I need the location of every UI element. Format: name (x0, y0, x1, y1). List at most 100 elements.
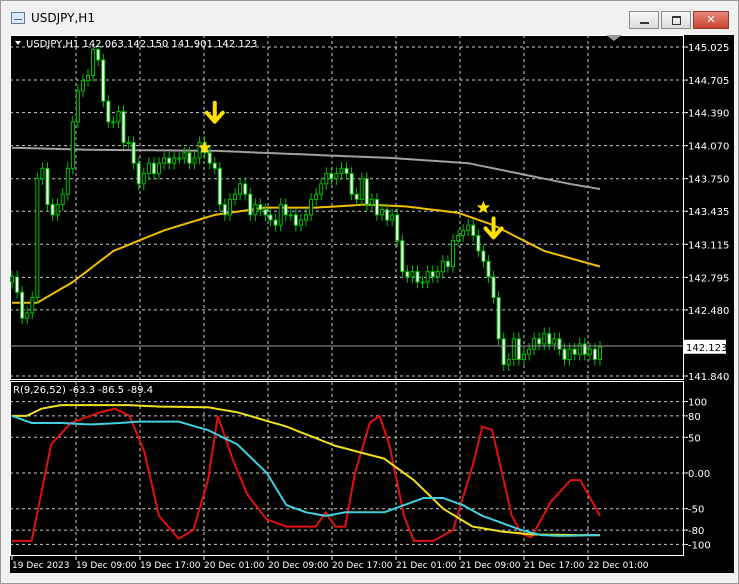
candle-body (562, 348, 567, 360)
candle-body (80, 80, 85, 92)
time-axis-label: 19 Dec 17:00 (140, 561, 201, 571)
price-pane-frame (10, 35, 684, 380)
price-axis-label: 142.795 (688, 273, 729, 284)
indicator-axis-label: -50 (688, 505, 704, 516)
candle-body (476, 235, 481, 252)
candle-body (268, 214, 273, 221)
grid (10, 35, 684, 556)
candle-body (70, 121, 75, 169)
candle-body (253, 204, 258, 216)
moving-average-line (11, 146, 601, 190)
candle-body (511, 338, 516, 360)
candle-body (319, 183, 324, 195)
candle-body (273, 219, 278, 226)
candle-body (597, 346, 603, 360)
indicator-pane-frame (10, 381, 684, 556)
window-title: USDJPY,H1 (31, 11, 95, 25)
candle-body (532, 338, 537, 350)
candle-body (288, 214, 293, 217)
maximize-button[interactable] (661, 11, 691, 29)
candle-body (162, 157, 167, 164)
candle-body (101, 59, 106, 102)
candle-body (405, 271, 410, 278)
candle-body (197, 142, 202, 159)
candle-body (25, 312, 30, 319)
candle-body (349, 173, 354, 195)
candle-body (314, 193, 319, 200)
candle-body (496, 296, 501, 340)
candle-body (481, 250, 486, 262)
candle-body (486, 260, 491, 278)
candle-body (141, 173, 146, 185)
candle-body (131, 142, 136, 164)
candle-body (324, 173, 329, 185)
candle-body (136, 162, 141, 185)
candle-body (298, 219, 303, 226)
shift-marker-icon[interactable] (606, 35, 622, 41)
candle-body (258, 204, 263, 211)
candle-body (60, 193, 65, 206)
time-axis-label: 20 Dec 09:00 (268, 561, 329, 571)
candle-body (587, 348, 592, 355)
candle-body (167, 157, 172, 164)
candle-body (339, 167, 344, 175)
candle-body (557, 338, 562, 350)
terminal-window: USDJPY,H1 ✕ 145.025 144.705 144.390 144.070… (0, 0, 739, 584)
candle-body (471, 224, 476, 237)
candle-body (121, 111, 126, 144)
candle-body (111, 121, 116, 124)
price-axis-label: 145.025 (688, 43, 729, 54)
candle-body (445, 260, 450, 268)
title-bar[interactable]: USDJPY,H1 ✕ (1, 1, 738, 35)
candle-body (450, 240, 456, 268)
price-axis-label: 143.435 (688, 207, 729, 218)
price-axis-label: 144.390 (688, 109, 729, 120)
time-axis-label: 19 Dec 2023 (12, 561, 70, 571)
candle-body (278, 204, 283, 226)
indicator-axis-label: -80 (688, 526, 704, 537)
candle-body (293, 214, 298, 226)
indicator-line (12, 407, 601, 542)
price-axis-label: 144.070 (688, 142, 729, 153)
candle-body (572, 348, 577, 355)
candle-body (9, 276, 15, 283)
candle-body (303, 214, 309, 221)
candle-body (233, 193, 238, 200)
candle-body (207, 152, 212, 164)
candle-body (415, 271, 420, 283)
chart-area[interactable]: 145.025 144.705 144.390 144.070 143.750 143.4… (9, 35, 734, 573)
candle-body (86, 74, 91, 82)
candle-body (45, 167, 50, 206)
chart-menu-icon[interactable] (15, 41, 21, 45)
candle-body (461, 229, 466, 237)
time-axis-label: 21 Dec 01:00 (396, 561, 457, 571)
candle-body (106, 100, 111, 123)
candle-body (425, 271, 430, 283)
price-axis-label: 141.840 (688, 372, 729, 383)
candle-body (263, 209, 268, 216)
close-button[interactable]: ✕ (693, 11, 729, 29)
candle-body (440, 260, 445, 273)
indicator-axis-label: 0.00 (688, 469, 710, 480)
candle-body (91, 49, 96, 76)
candle-body (354, 193, 359, 200)
time-axis-label: 19 Dec 09:00 (76, 561, 137, 571)
minimize-button[interactable] (629, 11, 659, 29)
price-axis-label: 143.115 (688, 240, 729, 251)
candle-body (172, 157, 177, 164)
candle-body (369, 198, 374, 206)
candle-body (552, 338, 557, 345)
time-axis-label: 22 Dec 01:00 (588, 561, 649, 571)
candle-body (30, 296, 35, 314)
candle-body (238, 183, 243, 195)
candle-body (420, 281, 425, 284)
close-icon: ✕ (706, 13, 716, 26)
candle-body (547, 333, 552, 345)
candle-body (40, 167, 45, 180)
candle-body (96, 49, 101, 61)
candle-body (385, 209, 390, 221)
chart-canvas[interactable]: 145.025 144.705 144.390 144.070 143.750 143.4… (9, 35, 734, 573)
candle-body (50, 204, 55, 216)
candle-body (521, 353, 526, 360)
time-axis-label: 20 Dec 17:00 (332, 561, 393, 571)
